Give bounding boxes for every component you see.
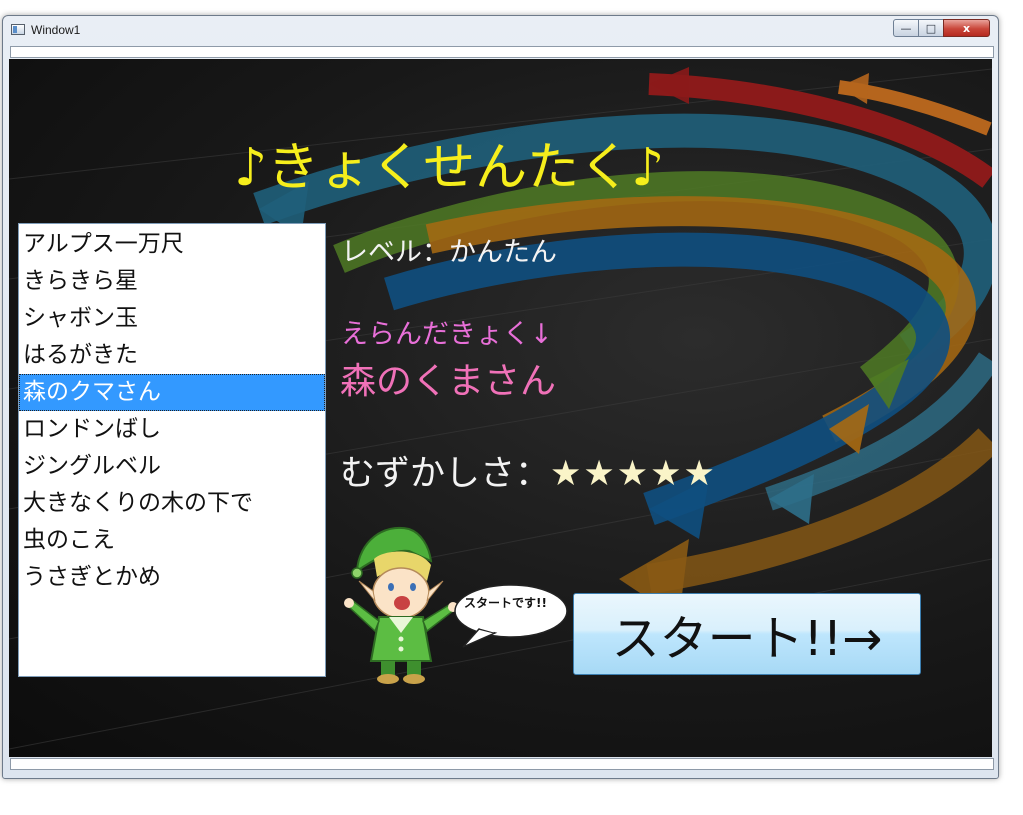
- elf-mascot-illustration: [344, 526, 458, 684]
- song-list-item[interactable]: 大きなくりの木の下で: [19, 485, 325, 522]
- page-title: ♪きょくせんたく♪: [234, 138, 665, 198]
- star-rating-icons: ★★★★★: [550, 454, 717, 494]
- window-app-icon[interactable]: [11, 24, 25, 35]
- song-list-item[interactable]: シャボン玉: [19, 300, 325, 337]
- close-icon: x: [962, 21, 971, 35]
- maximize-button[interactable]: □: [918, 19, 944, 37]
- song-list-item[interactable]: 虫のこえ: [19, 522, 325, 559]
- client-top-strip: [10, 46, 994, 58]
- window-title: Window1: [31, 23, 81, 37]
- minimize-button[interactable]: —: [893, 19, 919, 37]
- client-bottom-strip: [10, 758, 994, 770]
- chosen-song-title: 森のくまさん: [340, 361, 557, 402]
- title-bar[interactable]: Window1 — □ x: [3, 16, 998, 44]
- speech-bubble: [454, 584, 568, 648]
- song-list-item[interactable]: うさぎとかめ: [19, 559, 325, 596]
- song-select-screen: ♪きょくせんたく♪ アルプス一万尺 きらきら星 シャボン玉 はるがきた 森のクマ…: [9, 59, 992, 757]
- maximize-icon: □: [925, 21, 937, 35]
- song-list-item[interactable]: きらきら星: [19, 263, 325, 300]
- song-list-item-selected[interactable]: 森のクマさん: [19, 374, 325, 411]
- start-button[interactable]: スタート!!→: [573, 593, 921, 675]
- song-list-item[interactable]: はるがきた: [19, 337, 325, 374]
- level-label: レベル：かんたん: [341, 237, 557, 268]
- difficulty-rating: むずかしさ：★★★★★: [340, 445, 717, 496]
- difficulty-label: むずかしさ：: [340, 454, 551, 494]
- speech-bubble-text: スタートです!!: [464, 596, 547, 610]
- chosen-song-caption: えらんだきょく↓: [341, 319, 553, 350]
- song-list[interactable]: アルプス一万尺 きらきら星 シャボン玉 はるがきた 森のクマさん ロンドンばし …: [18, 223, 326, 677]
- song-list-item[interactable]: アルプス一万尺: [19, 226, 325, 263]
- song-list-item[interactable]: ジングルベル: [19, 448, 325, 485]
- song-list-item[interactable]: ロンドンばし: [19, 411, 325, 448]
- close-button[interactable]: x: [943, 19, 990, 37]
- minimize-icon: —: [900, 21, 912, 35]
